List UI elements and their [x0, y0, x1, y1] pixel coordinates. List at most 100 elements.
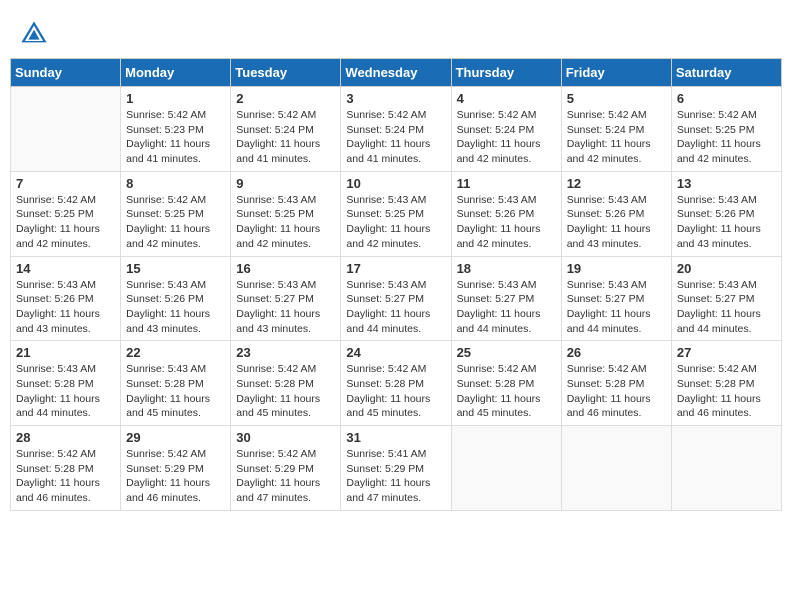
day-info: Sunrise: 5:43 AM Sunset: 5:26 PM Dayligh… — [457, 193, 556, 252]
calendar-day-cell: 15Sunrise: 5:43 AM Sunset: 5:26 PM Dayli… — [121, 256, 231, 341]
calendar-day-cell: 10Sunrise: 5:43 AM Sunset: 5:25 PM Dayli… — [341, 171, 451, 256]
calendar-day-cell: 18 Sunrise: 5:43 AM Sunset: 5:27 PM Dayli… — [451, 256, 561, 341]
calendar-day-cell: 27Sunrise: 5:42 AM Sunset: 5:28 PM Dayli… — [671, 341, 781, 426]
calendar-day-cell: 4 Sunrise: 5:42 AM Sunset: 5:24 PM Daylig… — [451, 87, 561, 172]
weekday-header-monday: Monday — [121, 59, 231, 87]
day-info: Sunrise: 5:43 AM Sunset: 5:28 PM Dayligh… — [126, 362, 225, 421]
calendar-week-row: 28 Sunrise: 5:42 AM Sunset: 5:28 PM Dayli… — [11, 426, 782, 511]
logo — [20, 20, 52, 48]
calendar-day-cell: 11 Sunrise: 5:43 AM Sunset: 5:26 PM Dayli… — [451, 171, 561, 256]
calendar-table: SundayMondayTuesdayWednesdayThursdayFrid… — [10, 58, 782, 511]
day-info: Sunrise: 5:43 AM Sunset: 5:27 PM Dayligh… — [567, 278, 666, 337]
calendar-day-cell: 13 Sunrise: 5:43 AM Sunset: 5:26 PM Dayli… — [671, 171, 781, 256]
calendar-day-cell: 25 Sunrise: 5:42 AM Sunset: 5:28 PM Dayli… — [451, 341, 561, 426]
day-number: 7 — [16, 176, 115, 191]
day-info: Sunrise: 5:42 AM Sunset: 5:24 PM Dayligh… — [236, 108, 335, 167]
day-info: Sunrise: 5:42 AM Sunset: 5:24 PM Dayligh… — [457, 108, 556, 167]
day-number: 31 — [346, 430, 445, 445]
calendar-day-cell: 12 Sunrise: 5:43 AM Sunset: 5:26 PM Dayli… — [561, 171, 671, 256]
calendar-day-cell: 1 Sunrise: 5:42 AM Sunset: 5:23 PM Daylig… — [121, 87, 231, 172]
day-number: 13 — [677, 176, 776, 191]
day-info: Sunrise: 5:43 AM Sunset: 5:26 PM Dayligh… — [567, 193, 666, 252]
day-number: 5 — [567, 91, 666, 106]
day-number: 30 — [236, 430, 335, 445]
day-number: 19 — [567, 261, 666, 276]
calendar-week-row: 1 Sunrise: 5:42 AM Sunset: 5:23 PM Daylig… — [11, 87, 782, 172]
calendar-day-cell: 26 Sunrise: 5:42 AM Sunset: 5:28 PM Dayli… — [561, 341, 671, 426]
calendar-day-cell: 30 Sunrise: 5:42 AM Sunset: 5:29 PM Dayli… — [231, 426, 341, 511]
calendar-day-cell: 28 Sunrise: 5:42 AM Sunset: 5:28 PM Dayli… — [11, 426, 121, 511]
calendar-day-cell: 16Sunrise: 5:43 AM Sunset: 5:27 PM Dayli… — [231, 256, 341, 341]
calendar-day-cell: 5 Sunrise: 5:42 AM Sunset: 5:24 PM Daylig… — [561, 87, 671, 172]
day-info: Sunrise: 5:42 AM Sunset: 5:28 PM Dayligh… — [567, 362, 666, 421]
calendar-day-cell: 9 Sunrise: 5:43 AM Sunset: 5:25 PM Daylig… — [231, 171, 341, 256]
day-number: 12 — [567, 176, 666, 191]
calendar-day-cell — [561, 426, 671, 511]
page-header — [10, 10, 782, 53]
calendar-day-cell: 14Sunrise: 5:43 AM Sunset: 5:26 PM Dayli… — [11, 256, 121, 341]
day-info: Sunrise: 5:43 AM Sunset: 5:26 PM Dayligh… — [16, 278, 115, 337]
day-number: 8 — [126, 176, 225, 191]
calendar-day-cell: 17Sunrise: 5:43 AM Sunset: 5:27 PM Dayli… — [341, 256, 451, 341]
weekday-header-tuesday: Tuesday — [231, 59, 341, 87]
day-info: Sunrise: 5:42 AM Sunset: 5:29 PM Dayligh… — [126, 447, 225, 506]
calendar-week-row: 14Sunrise: 5:43 AM Sunset: 5:26 PM Dayli… — [11, 256, 782, 341]
day-number: 18 — [457, 261, 556, 276]
calendar-day-cell: 8 Sunrise: 5:42 AM Sunset: 5:25 PM Daylig… — [121, 171, 231, 256]
day-number: 28 — [16, 430, 115, 445]
day-info: Sunrise: 5:43 AM Sunset: 5:25 PM Dayligh… — [236, 193, 335, 252]
calendar-day-cell: 21Sunrise: 5:43 AM Sunset: 5:28 PM Dayli… — [11, 341, 121, 426]
calendar-day-cell: 6 Sunrise: 5:42 AM Sunset: 5:25 PM Daylig… — [671, 87, 781, 172]
day-number: 23 — [236, 345, 335, 360]
day-info: Sunrise: 5:42 AM Sunset: 5:23 PM Dayligh… — [126, 108, 225, 167]
calendar-day-cell: 23 Sunrise: 5:42 AM Sunset: 5:28 PM Dayli… — [231, 341, 341, 426]
day-number: 10 — [346, 176, 445, 191]
day-number: 26 — [567, 345, 666, 360]
day-info: Sunrise: 5:42 AM Sunset: 5:28 PM Dayligh… — [457, 362, 556, 421]
day-info: Sunrise: 5:42 AM Sunset: 5:28 PM Dayligh… — [346, 362, 445, 421]
day-info: Sunrise: 5:42 AM Sunset: 5:24 PM Dayligh… — [567, 108, 666, 167]
day-number: 1 — [126, 91, 225, 106]
calendar-week-row: 21 Sunrise: 5:43 AM Sunset: 5:28 PM Dayli… — [11, 341, 782, 426]
calendar-day-cell: 3Sunrise: 5:42 AM Sunset: 5:24 PM Daylig… — [341, 87, 451, 172]
calendar-day-cell: 31 Sunrise: 5:41 AM Sunset: 5:29 PM Dayli… — [341, 426, 451, 511]
weekday-header-wednesday: Wednesday — [341, 59, 451, 87]
day-number: 4 — [457, 91, 556, 106]
day-info: Sunrise: 5:43 AM Sunset: 5:26 PM Dayligh… — [677, 193, 776, 252]
day-number: 15 — [126, 261, 225, 276]
calendar-day-cell — [451, 426, 561, 511]
calendar-day-cell: 29 Sunrise: 5:42 AM Sunset: 5:29 PM Dayli… — [121, 426, 231, 511]
day-info: Sunrise: 5:42 AM Sunset: 5:25 PM Dayligh… — [677, 108, 776, 167]
day-number: 16 — [236, 261, 335, 276]
weekday-header-friday: Friday — [561, 59, 671, 87]
logo-icon — [20, 20, 48, 48]
day-number: 29 — [126, 430, 225, 445]
calendar-day-cell: 24Sunrise: 5:42 AM Sunset: 5:28 PM Dayli… — [341, 341, 451, 426]
day-info: Sunrise: 5:42 AM Sunset: 5:29 PM Dayligh… — [236, 447, 335, 506]
day-info: Sunrise: 5:43 AM Sunset: 5:27 PM Dayligh… — [677, 278, 776, 337]
day-info: Sunrise: 5:42 AM Sunset: 5:25 PM Dayligh… — [16, 193, 115, 252]
day-info: Sunrise: 5:42 AM Sunset: 5:28 PM Dayligh… — [236, 362, 335, 421]
day-number: 25 — [457, 345, 556, 360]
calendar-day-cell: 22Sunrise: 5:43 AM Sunset: 5:28 PM Dayli… — [121, 341, 231, 426]
calendar-day-cell: 2 Sunrise: 5:42 AM Sunset: 5:24 PM Daylig… — [231, 87, 341, 172]
day-number: 6 — [677, 91, 776, 106]
weekday-header-thursday: Thursday — [451, 59, 561, 87]
weekday-header-sunday: Sunday — [11, 59, 121, 87]
day-info: Sunrise: 5:42 AM Sunset: 5:28 PM Dayligh… — [16, 447, 115, 506]
day-info: Sunrise: 5:41 AM Sunset: 5:29 PM Dayligh… — [346, 447, 445, 506]
day-info: Sunrise: 5:43 AM Sunset: 5:27 PM Dayligh… — [346, 278, 445, 337]
day-number: 20 — [677, 261, 776, 276]
day-info: Sunrise: 5:43 AM Sunset: 5:27 PM Dayligh… — [457, 278, 556, 337]
day-number: 9 — [236, 176, 335, 191]
day-number: 11 — [457, 176, 556, 191]
day-info: Sunrise: 5:42 AM Sunset: 5:25 PM Dayligh… — [126, 193, 225, 252]
calendar-week-row: 7 Sunrise: 5:42 AM Sunset: 5:25 PM Daylig… — [11, 171, 782, 256]
day-info: Sunrise: 5:42 AM Sunset: 5:24 PM Dayligh… — [346, 108, 445, 167]
calendar-day-cell: 20 Sunrise: 5:43 AM Sunset: 5:27 PM Dayli… — [671, 256, 781, 341]
day-number: 21 — [16, 345, 115, 360]
calendar-day-cell — [671, 426, 781, 511]
weekday-header-row: SundayMondayTuesdayWednesdayThursdayFrid… — [11, 59, 782, 87]
calendar-day-cell: 7 Sunrise: 5:42 AM Sunset: 5:25 PM Daylig… — [11, 171, 121, 256]
day-number: 2 — [236, 91, 335, 106]
